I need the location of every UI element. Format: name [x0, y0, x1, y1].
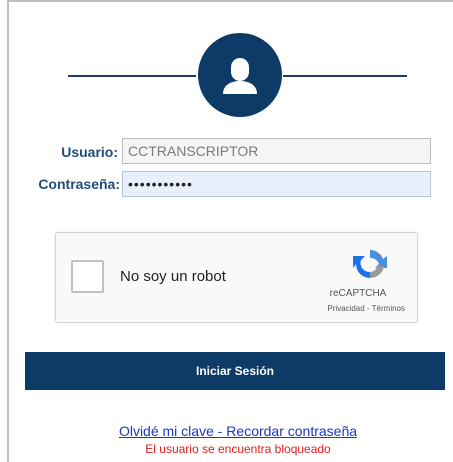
recaptcha-checkbox-label: No soy un robot: [120, 268, 226, 285]
forgot-password-link[interactable]: Olvidé mi clave - Recordar contraseña: [0, 423, 453, 439]
password-label: Contraseña:: [38, 176, 120, 192]
recaptcha-brand: reCAPTCHA: [329, 288, 387, 299]
username-input[interactable]: [122, 138, 431, 164]
frame-top-border: [7, 0, 453, 2]
recaptcha-checkbox[interactable]: [71, 260, 104, 293]
recaptcha-terms-link[interactable]: Privacidad - Términos: [327, 304, 405, 313]
header-divider-right: [283, 75, 407, 77]
login-button[interactable]: Iniciar Sesión: [25, 352, 445, 390]
user-avatar-icon: [198, 33, 282, 117]
header-divider-left: [68, 75, 196, 77]
username-label: Usuario:: [61, 144, 118, 160]
password-input[interactable]: [122, 171, 431, 197]
recaptcha-widget: No soy un robot reCAPTCHA Privacidad - T…: [55, 232, 418, 323]
frame-left-border: [7, 0, 9, 462]
recaptcha-logo-icon: [353, 250, 387, 279]
error-message: El usuario se encuentra bloqueado: [145, 442, 331, 456]
